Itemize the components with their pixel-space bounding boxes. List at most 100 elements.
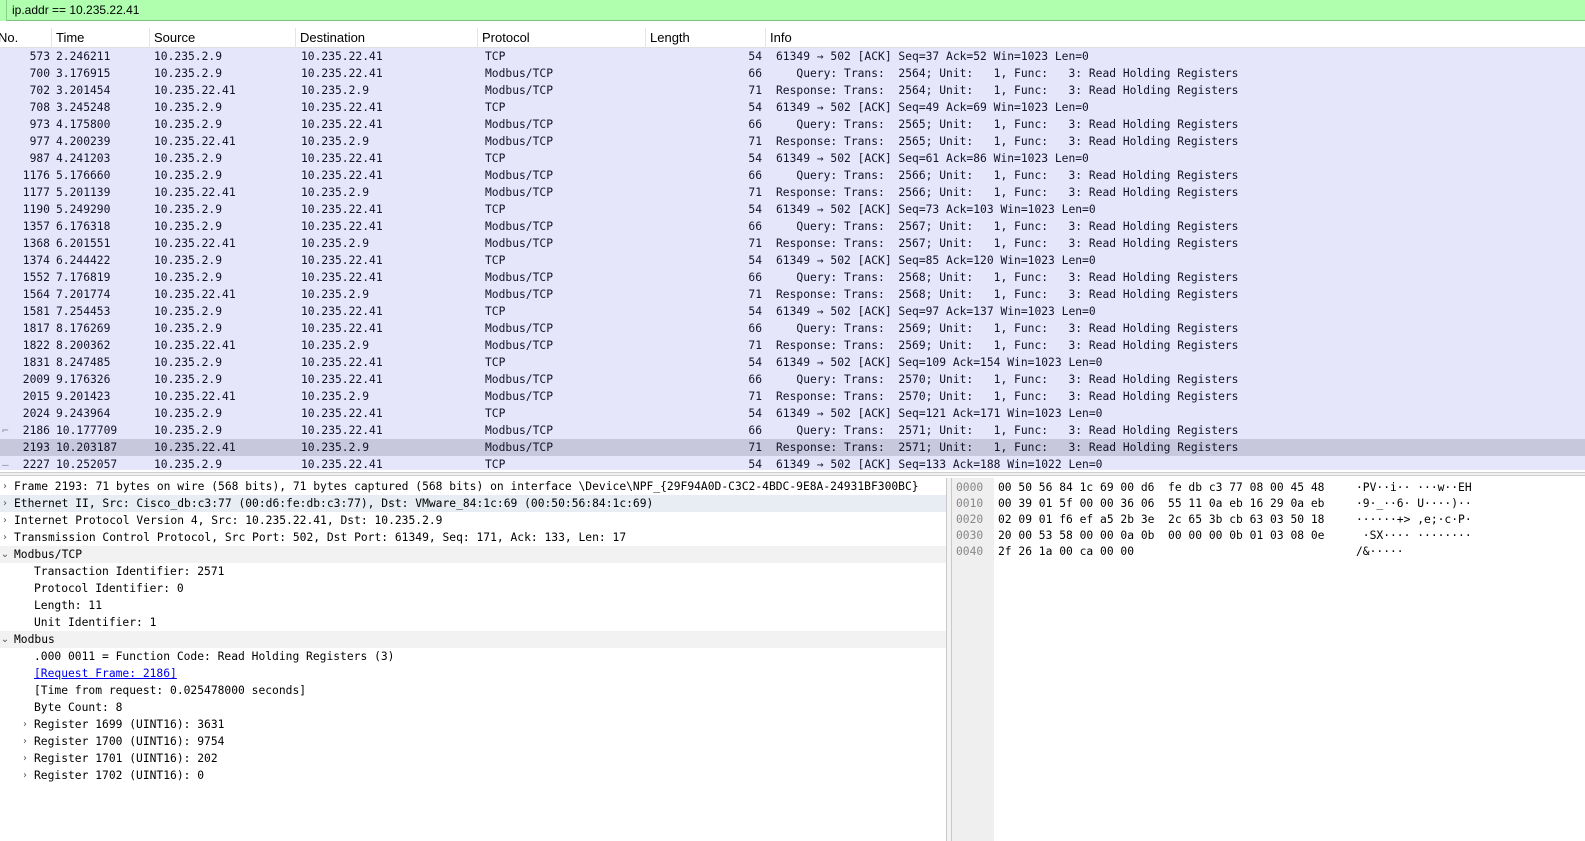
packet-no: 1822 — [22, 339, 50, 352]
packet-protocol: Modbus/TCP — [485, 424, 554, 437]
packet-info: Response: Trans: 2566; Unit: 1, Func: 3:… — [776, 186, 1239, 199]
detail-tree-item[interactable]: › Register 1700 (UINT16): 9754 — [0, 733, 946, 750]
packet-row[interactable]: 973 4.175800 10.235.2.9 10.235.22.41 Modbus/… — [0, 116, 1585, 133]
packet-source: 10.235.22.41 — [154, 390, 236, 403]
packet-destination: 10.235.22.41 — [301, 203, 383, 216]
packet-row[interactable]: 2009 9.176326 10.235.2.9 10.235.22.41 Modbus… — [0, 371, 1585, 388]
packet-time: 7.176819 — [56, 271, 111, 284]
packet-info: Response: Trans: 2570; Unit: 1, Func: 3:… — [776, 390, 1239, 403]
packet-row[interactable]: 1564 7.201774 10.235.22.41 10.235.2.9 Modbus… — [0, 286, 1585, 303]
hex-dump-line[interactable]: 0040 2f 26 1a 00 ca 00 00 /&····· — [952, 544, 1585, 560]
detail-tree-item[interactable]: › Ethernet II, Src: Cisco_db:c3:77 (00:d6… — [0, 495, 946, 512]
detail-tree-item[interactable]: › Register 1701 (UINT16): 202 — [0, 750, 946, 767]
packet-row[interactable]: 702 3.201454 10.235.22.41 10.235.2.9 Modbus/… — [0, 82, 1585, 99]
detail-tree-item[interactable]: Unit Identifier: 1 — [0, 614, 946, 631]
packet-row[interactable]: ⌐ 2186 10.177709 10.235.2.9 10.235.22.41 Modb… — [0, 422, 1585, 439]
packet-length: 71 — [748, 135, 762, 148]
packet-row[interactable]: 1552 7.176819 10.235.2.9 10.235.22.41 Modbus… — [0, 269, 1585, 286]
column-header-source[interactable]: Source — [150, 28, 296, 48]
packet-row[interactable]: 1357 6.176318 10.235.2.9 10.235.22.41 Modbus… — [0, 218, 1585, 235]
packet-row[interactable]: 1581 7.254453 10.235.2.9 10.235.22.41 TCP 54 6… — [0, 303, 1585, 320]
collapsed-chevron-icon[interactable]: › — [0, 495, 10, 512]
packet-no: 2015 — [22, 390, 50, 403]
packet-row[interactable]: 1176 5.176660 10.235.2.9 10.235.22.41 Modbus… — [0, 167, 1585, 184]
packet-row[interactable]: 987 4.241203 10.235.2.9 10.235.22.41 TCP 54 61… — [0, 150, 1585, 167]
detail-item-text: Transaction Identifier: 2571 — [34, 565, 225, 578]
packet-row[interactable]: 1831 8.247485 10.235.2.9 10.235.22.41 TCP 54 6… — [0, 354, 1585, 371]
expanded-chevron-icon[interactable]: ⌄ — [0, 546, 10, 563]
collapsed-chevron-icon[interactable]: › — [20, 767, 30, 784]
packet-row[interactable]: 2024 9.243964 10.235.2.9 10.235.22.41 TCP 54 6… — [0, 405, 1585, 422]
display-filter-input[interactable] — [8, 1, 1582, 19]
packet-no: 1357 — [22, 220, 50, 233]
packet-no: 2009 — [22, 373, 50, 386]
packet-row[interactable]: 573 2.246211 10.235.2.9 10.235.22.41 TCP 54 61… — [0, 48, 1585, 65]
hex-dump-line[interactable]: 0010 00 39 01 5f 00 00 36 06 55 11 0a eb … — [952, 496, 1585, 512]
collapsed-chevron-icon[interactable]: › — [0, 529, 10, 546]
packet-row[interactable]: 1822 8.200362 10.235.22.41 10.235.2.9 Modbus… — [0, 337, 1585, 354]
packet-time: 5.176660 — [56, 169, 111, 182]
packet-row[interactable]: 1374 6.244422 10.235.2.9 10.235.22.41 TCP 54 6… — [0, 252, 1585, 269]
detail-tree-item[interactable]: › Register 1699 (UINT16): 3631 — [0, 716, 946, 733]
detail-tree-item[interactable]: ⌄ Modbus/TCP — [0, 546, 946, 563]
detail-tree-item[interactable]: › Internet Protocol Version 4, Src: 10.23… — [0, 512, 946, 529]
expanded-chevron-icon[interactable]: ⌄ — [0, 631, 10, 648]
packet-row[interactable]: 708 3.245248 10.235.2.9 10.235.22.41 TCP 54 61… — [0, 99, 1585, 116]
packet-time: 4.241203 — [56, 152, 111, 165]
packet-row[interactable]: –2227 10.252057 10.235.2.9 10.235.22.41 TCP 5… — [0, 456, 1585, 470]
hex-dump-line[interactable]: 0030 20 00 53 58 00 00 0a 0b 00 00 00 0b … — [952, 528, 1585, 544]
packet-length: 66 — [748, 271, 762, 284]
request-frame-link[interactable]: [Request Frame: 2186] — [34, 665, 177, 682]
detail-tree-item[interactable]: Byte Count: 8 — [0, 699, 946, 716]
packet-row[interactable]: 700 3.176915 10.235.2.9 10.235.22.41 Modbus/… — [0, 65, 1585, 82]
detail-item-text: [Time from request: 0.025478000 seconds] — [34, 684, 307, 697]
detail-tree-item[interactable]: ⌄ Modbus — [0, 631, 946, 648]
packet-length: 54 — [748, 356, 762, 369]
packet-protocol: Modbus/TCP — [485, 169, 554, 182]
packet-row[interactable]: 1190 5.249290 10.235.2.9 10.235.22.41 TCP 54 6… — [0, 201, 1585, 218]
column-header-info[interactable]: Info — [766, 28, 1585, 48]
packet-destination: 10.235.22.41 — [301, 407, 383, 420]
detail-tree-item[interactable]: .000 0011 = Function Code: Read Holding … — [0, 648, 946, 665]
packet-time: 6.244422 — [56, 254, 111, 267]
column-header-protocol[interactable]: Protocol — [478, 28, 646, 48]
packet-source: 10.235.22.41 — [154, 186, 236, 199]
detail-tree-item[interactable]: [Time from request: 0.025478000 seconds] — [0, 682, 946, 699]
collapsed-chevron-icon[interactable]: › — [20, 716, 30, 733]
detail-item-text: Frame 2193: 71 bytes on wire (568 bits),… — [14, 480, 919, 493]
packet-source: 10.235.2.9 — [154, 271, 223, 284]
detail-tree-item[interactable]: › Frame 2193: 71 bytes on wire (568 bits)… — [0, 478, 946, 495]
hex-dump-line[interactable]: 0020 02 09 01 f6 ef a5 2b 3e 2c 65 3b cb … — [952, 512, 1585, 528]
packet-time: 4.200239 — [56, 135, 111, 148]
packet-length: 66 — [748, 373, 762, 386]
packet-row[interactable]: 1177 5.201139 10.235.22.41 10.235.2.9 Modbus… — [0, 184, 1585, 201]
collapsed-chevron-icon[interactable]: › — [0, 478, 10, 495]
hex-offset: 0020 — [956, 513, 984, 526]
packet-info: Response: Trans: 2569; Unit: 1, Func: 3:… — [776, 339, 1239, 352]
column-header-time[interactable]: Time — [52, 28, 150, 48]
packet-row[interactable]: 2193 10.203187 10.235.22.41 10.235.2.9 Modbu… — [0, 439, 1585, 456]
packet-row[interactable]: 977 4.200239 10.235.22.41 10.235.2.9 Modbus/… — [0, 133, 1585, 150]
detail-tree-item[interactable]: Protocol Identifier: 0 — [0, 580, 946, 597]
detail-tree-item[interactable]: Length: 11 — [0, 597, 946, 614]
collapsed-chevron-icon[interactable]: › — [20, 750, 30, 767]
detail-tree-item[interactable]: › Register 1702 (UINT16): 0 — [0, 767, 946, 784]
packet-row[interactable]: 1368 6.201551 10.235.22.41 10.235.2.9 Modbus… — [0, 235, 1585, 252]
detail-tree-item[interactable]: › Transmission Control Protocol, Src Port… — [0, 529, 946, 546]
column-header-destination[interactable]: Destination — [296, 28, 478, 48]
collapsed-chevron-icon[interactable]: › — [20, 733, 30, 750]
filter-bookmark-button[interactable] — [0, 0, 7, 21]
column-header-no[interactable]: No. — [0, 28, 52, 48]
packet-row[interactable]: 2015 9.201423 10.235.22.41 10.235.2.9 Modbus… — [0, 388, 1585, 405]
detail-tree-item[interactable]: Transaction Identifier: 2571 — [0, 563, 946, 580]
horizontal-splitter[interactable] — [0, 472, 1585, 476]
packet-info: Query: Trans: 2570; Unit: 1, Func: 3: Re… — [776, 373, 1239, 386]
packet-source: 10.235.2.9 — [154, 407, 223, 420]
collapsed-chevron-icon[interactable]: › — [0, 512, 10, 529]
column-header-length[interactable]: Length — [646, 28, 766, 48]
packet-info: Query: Trans: 2569; Unit: 1, Func: 3: Re… — [776, 322, 1239, 335]
detail-tree-item[interactable]: [Request Frame: 2186] — [0, 665, 946, 682]
hex-dump-line[interactable]: 0000 00 50 56 84 1c 69 00 d6 fe db c3 77 … — [952, 480, 1585, 496]
packet-info: Query: Trans: 2568; Unit: 1, Func: 3: Re… — [776, 271, 1239, 284]
packet-row[interactable]: 1817 8.176269 10.235.2.9 10.235.22.41 Modbus… — [0, 320, 1585, 337]
